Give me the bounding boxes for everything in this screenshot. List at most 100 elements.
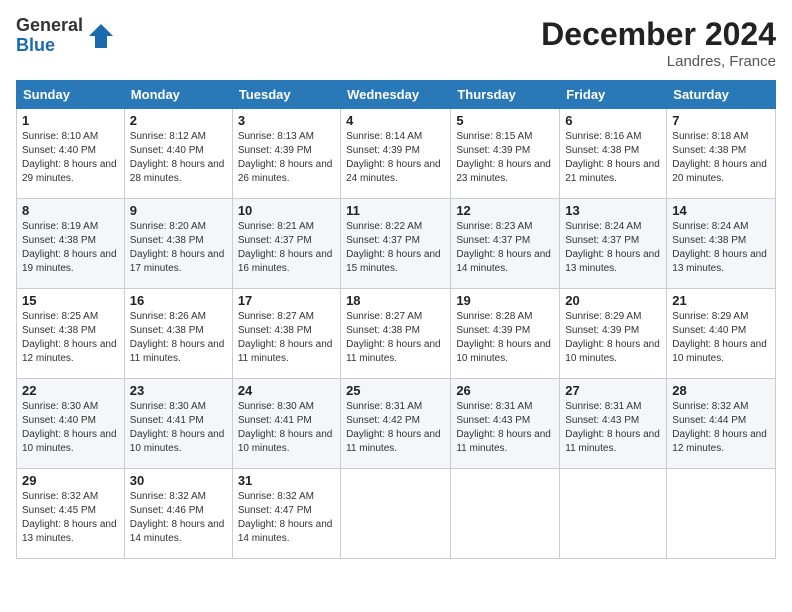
day-info: Sunrise: 8:32 AMSunset: 4:46 PMDaylight:… [130,490,227,546]
day-number: 9 [130,203,227,218]
calendar-cell [560,469,667,559]
logo-general: General [16,16,83,36]
day-info: Sunrise: 8:32 AMSunset: 4:44 PMDaylight:… [672,400,770,456]
calendar-header-row: SundayMondayTuesdayWednesdayThursdayFrid… [17,81,776,109]
day-number: 21 [672,293,770,308]
logo-blue: Blue [16,36,83,56]
col-header-sunday: Sunday [17,81,125,109]
page-header: General Blue December 2024 Landres, Fran… [16,16,776,70]
day-number: 25 [346,383,445,398]
day-info: Sunrise: 8:31 AMSunset: 4:43 PMDaylight:… [565,400,661,456]
day-info: Sunrise: 8:26 AMSunset: 4:38 PMDaylight:… [130,310,227,366]
day-info: Sunrise: 8:12 AMSunset: 4:40 PMDaylight:… [130,130,227,186]
day-number: 15 [22,293,119,308]
day-info: Sunrise: 8:31 AMSunset: 4:42 PMDaylight:… [346,400,445,456]
calendar-cell: 21Sunrise: 8:29 AMSunset: 4:40 PMDayligh… [667,289,776,379]
day-info: Sunrise: 8:18 AMSunset: 4:38 PMDaylight:… [672,130,770,186]
calendar-cell: 25 Sunrise: 8:31 AMSunset: 4:42 PMDayligh… [341,379,451,469]
day-number: 24 [238,383,335,398]
col-header-saturday: Saturday [667,81,776,109]
calendar-cell: 24 Sunrise: 8:30 AMSunset: 4:41 PMDayligh… [232,379,340,469]
day-info: Sunrise: 8:28 AMSunset: 4:39 PMDaylight:… [456,310,554,366]
day-number: 10 [238,203,335,218]
calendar-cell [667,469,776,559]
col-header-tuesday: Tuesday [232,81,340,109]
day-info: Sunrise: 8:13 AMSunset: 4:39 PMDaylight:… [238,130,335,186]
day-number: 23 [130,383,227,398]
day-info: Sunrise: 8:25 AMSunset: 4:38 PMDaylight:… [22,310,119,366]
calendar-cell: 2 Sunrise: 8:12 AMSunset: 4:40 PMDaylight… [124,109,232,199]
day-info: Sunrise: 8:20 AMSunset: 4:38 PMDaylight:… [130,220,227,276]
calendar-week-row: 1 Sunrise: 8:10 AMSunset: 4:40 PMDaylight… [17,109,776,199]
day-info: Sunrise: 8:24 AMSunset: 4:38 PMDaylight:… [672,220,770,276]
col-header-friday: Friday [560,81,667,109]
day-number: 26 [456,383,554,398]
day-number: 2 [130,113,227,128]
day-number: 1 [22,113,119,128]
day-info: Sunrise: 8:24 AMSunset: 4:37 PMDaylight:… [565,220,661,276]
day-number: 20 [565,293,661,308]
calendar-cell: 20 Sunrise: 8:29 AMSunset: 4:39 PMDayligh… [560,289,667,379]
calendar-cell: 5Sunrise: 8:15 AMSunset: 4:39 PMDaylight… [451,109,560,199]
day-info: Sunrise: 8:30 AMSunset: 4:41 PMDaylight:… [238,400,335,456]
day-number: 17 [238,293,335,308]
calendar-cell [451,469,560,559]
calendar-cell: 9 Sunrise: 8:20 AMSunset: 4:38 PMDaylight… [124,199,232,289]
calendar-cell: 29Sunrise: 8:32 AMSunset: 4:45 PMDayligh… [17,469,125,559]
col-header-monday: Monday [124,81,232,109]
calendar-cell: 22Sunrise: 8:30 AMSunset: 4:40 PMDayligh… [17,379,125,469]
day-number: 12 [456,203,554,218]
day-info: Sunrise: 8:29 AMSunset: 4:39 PMDaylight:… [565,310,661,366]
logo: General Blue [16,16,115,56]
calendar-week-row: 29Sunrise: 8:32 AMSunset: 4:45 PMDayligh… [17,469,776,559]
day-info: Sunrise: 8:32 AMSunset: 4:47 PMDaylight:… [238,490,335,546]
day-info: Sunrise: 8:19 AMSunset: 4:38 PMDaylight:… [22,220,119,276]
day-info: Sunrise: 8:30 AMSunset: 4:40 PMDaylight:… [22,400,119,456]
month-title: December 2024 [541,16,776,53]
day-number: 11 [346,203,445,218]
calendar-cell: 30 Sunrise: 8:32 AMSunset: 4:46 PMDayligh… [124,469,232,559]
calendar-cell: 1 Sunrise: 8:10 AMSunset: 4:40 PMDaylight… [17,109,125,199]
day-info: Sunrise: 8:27 AMSunset: 4:38 PMDaylight:… [238,310,335,366]
calendar-cell: 16 Sunrise: 8:26 AMSunset: 4:38 PMDayligh… [124,289,232,379]
calendar-cell: 31Sunrise: 8:32 AMSunset: 4:47 PMDayligh… [232,469,340,559]
day-number: 19 [456,293,554,308]
calendar-cell: 15 Sunrise: 8:25 AMSunset: 4:38 PMDayligh… [17,289,125,379]
day-info: Sunrise: 8:22 AMSunset: 4:37 PMDaylight:… [346,220,445,276]
calendar-cell: 8Sunrise: 8:19 AMSunset: 4:38 PMDaylight… [17,199,125,289]
calendar-cell: 6 Sunrise: 8:16 AMSunset: 4:38 PMDaylight… [560,109,667,199]
day-number: 7 [672,113,770,128]
calendar-cell: 11 Sunrise: 8:22 AMSunset: 4:37 PMDayligh… [341,199,451,289]
logo-icon [87,22,115,50]
calendar-week-row: 22Sunrise: 8:30 AMSunset: 4:40 PMDayligh… [17,379,776,469]
day-number: 30 [130,473,227,488]
day-number: 5 [456,113,554,128]
calendar-cell: 14 Sunrise: 8:24 AMSunset: 4:38 PMDayligh… [667,199,776,289]
calendar-cell: 18 Sunrise: 8:27 AMSunset: 4:38 PMDayligh… [341,289,451,379]
day-info: Sunrise: 8:23 AMSunset: 4:37 PMDaylight:… [456,220,554,276]
calendar-cell: 12 Sunrise: 8:23 AMSunset: 4:37 PMDayligh… [451,199,560,289]
day-info: Sunrise: 8:30 AMSunset: 4:41 PMDaylight:… [130,400,227,456]
calendar-week-row: 15 Sunrise: 8:25 AMSunset: 4:38 PMDayligh… [17,289,776,379]
day-number: 14 [672,203,770,218]
day-number: 28 [672,383,770,398]
day-info: Sunrise: 8:16 AMSunset: 4:38 PMDaylight:… [565,130,661,186]
day-info: Sunrise: 8:10 AMSunset: 4:40 PMDaylight:… [22,130,119,186]
day-number: 27 [565,383,661,398]
day-info: Sunrise: 8:31 AMSunset: 4:43 PMDaylight:… [456,400,554,456]
calendar-cell: 19 Sunrise: 8:28 AMSunset: 4:39 PMDayligh… [451,289,560,379]
calendar-table: SundayMondayTuesdayWednesdayThursdayFrid… [16,80,776,559]
calendar-cell [341,469,451,559]
day-number: 16 [130,293,227,308]
day-number: 4 [346,113,445,128]
day-info: Sunrise: 8:21 AMSunset: 4:37 PMDaylight:… [238,220,335,276]
calendar-cell: 3Sunrise: 8:13 AMSunset: 4:39 PMDaylight… [232,109,340,199]
col-header-thursday: Thursday [451,81,560,109]
calendar-cell: 7 Sunrise: 8:18 AMSunset: 4:38 PMDaylight… [667,109,776,199]
day-info: Sunrise: 8:14 AMSunset: 4:39 PMDaylight:… [346,130,445,186]
calendar-week-row: 8Sunrise: 8:19 AMSunset: 4:38 PMDaylight… [17,199,776,289]
day-info: Sunrise: 8:27 AMSunset: 4:38 PMDaylight:… [346,310,445,366]
day-number: 6 [565,113,661,128]
calendar-cell: 28 Sunrise: 8:32 AMSunset: 4:44 PMDayligh… [667,379,776,469]
day-number: 18 [346,293,445,308]
